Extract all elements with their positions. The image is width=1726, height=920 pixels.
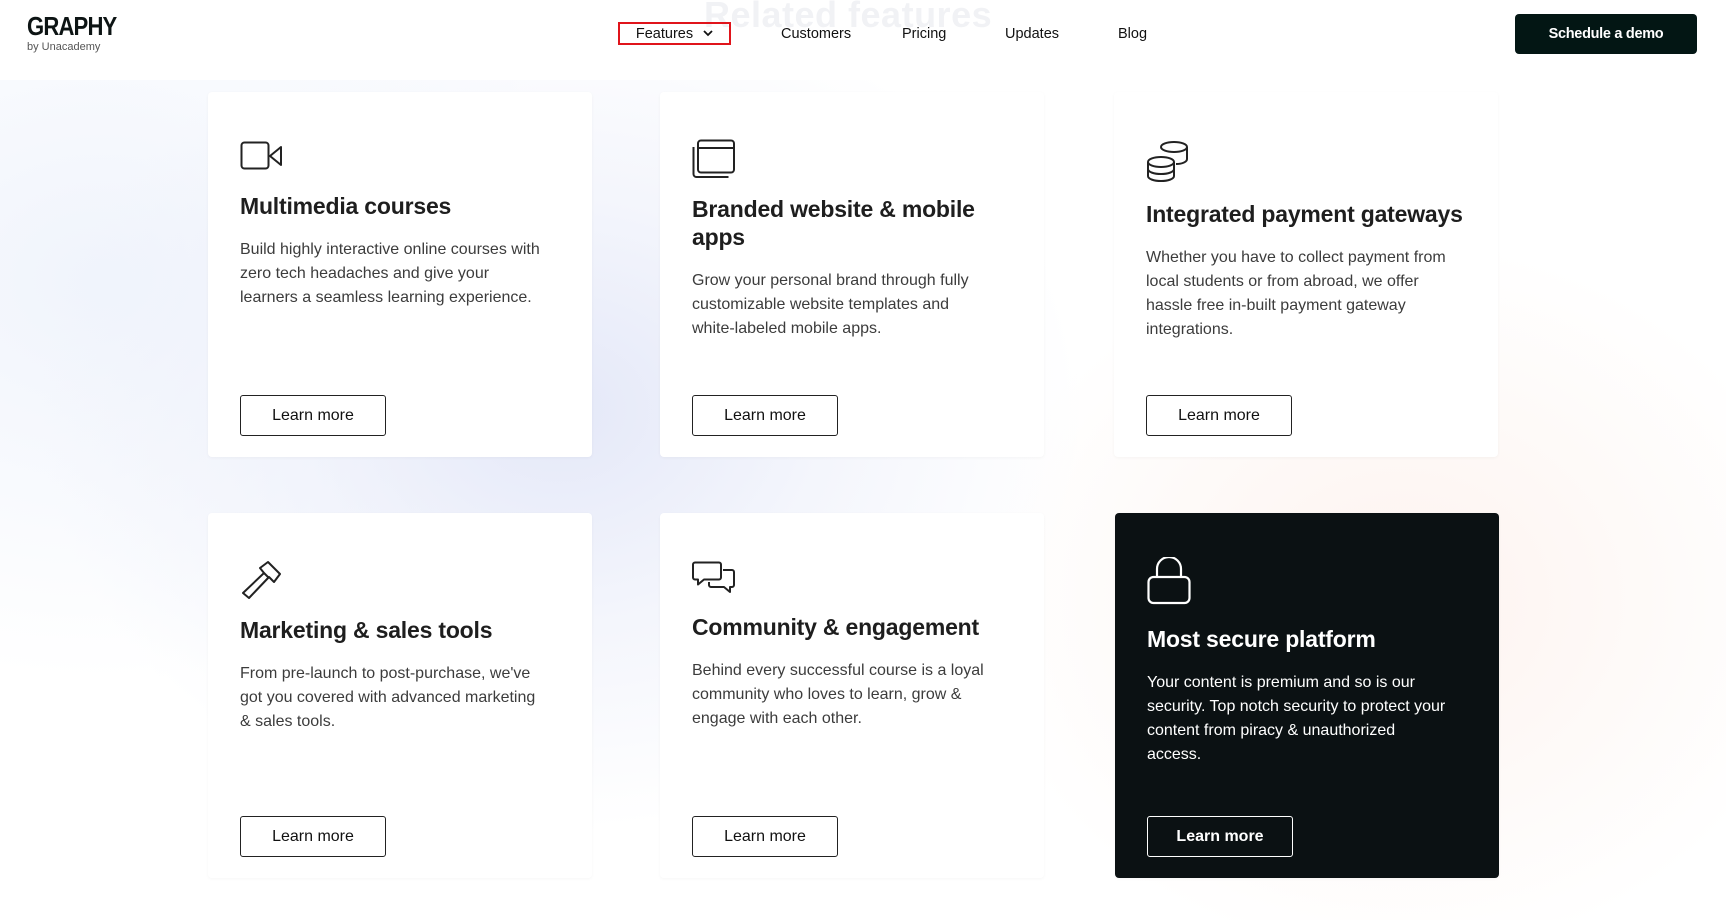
nav-updates[interactable]: Updates [1005,24,1059,44]
card-title: Most secure platform [1147,626,1376,652]
card-description: From pre-launch to post-purchase, we've … [240,665,536,730]
card-title: Community & engagement [692,614,979,640]
video-camera-icon [240,136,560,176]
card-title: Integrated payment gateways [1146,201,1463,227]
feature-card-payments: Integrated payment gateways Whether you … [1114,92,1498,457]
lock-icon [1147,557,1467,605]
logo-tagline: by Unacademy [27,41,101,53]
chat-bubbles-icon [692,561,1012,597]
nav-blog[interactable]: Blog [1118,24,1147,44]
learn-more-button[interactable]: Learn more [240,816,386,857]
feature-card-security: Most secure platform Your content is pre… [1115,513,1499,878]
feature-card-branded: Branded website & mobile apps Grow your … [660,92,1044,457]
nav-label: Features [635,25,694,42]
card-description: Your content is premium and so is our se… [1147,674,1446,763]
logo-name: GRAPHY [27,11,117,41]
logo[interactable]: GRAPHY by Unacademy [27,12,132,53]
nav-pricing[interactable]: Pricing [902,24,946,44]
card-description: Grow your personal brand through fully c… [692,272,969,337]
feature-card-marketing: Marketing & sales tools From pre-launch … [208,513,592,878]
card-description: Behind every successful course is a loya… [692,662,984,727]
learn-more-button[interactable]: Learn more [1146,395,1292,436]
card-title: Marketing & sales tools [240,617,493,643]
schedule-demo-button[interactable]: Schedule a demo [1515,14,1697,54]
nav-features[interactable]: Features [618,22,731,45]
learn-more-button[interactable]: Learn more [692,816,838,857]
learn-more-button[interactable]: Learn more [692,395,838,436]
nav-customers[interactable]: Customers [781,24,851,44]
feature-card-multimedia: Multimedia courses Build highly interact… [208,92,592,457]
learn-more-button[interactable]: Learn more [1147,816,1293,857]
chevron-down-icon [703,30,713,37]
header: GRAPHY by Unacademy Features Customers P… [0,0,1726,80]
card-description: Whether you have to collect payment from… [1146,249,1446,338]
card-description: Build highly interactive online courses … [240,241,540,306]
feature-card-community: Community & engagement Behind every succ… [660,513,1044,878]
learn-more-button[interactable]: Learn more [240,395,386,436]
coins-stack-icon [1146,140,1466,184]
card-title: Branded website & mobile apps [692,196,975,250]
card-title: Multimedia courses [240,193,452,219]
hammer-icon [240,560,560,600]
browser-window-icon [692,139,1012,179]
